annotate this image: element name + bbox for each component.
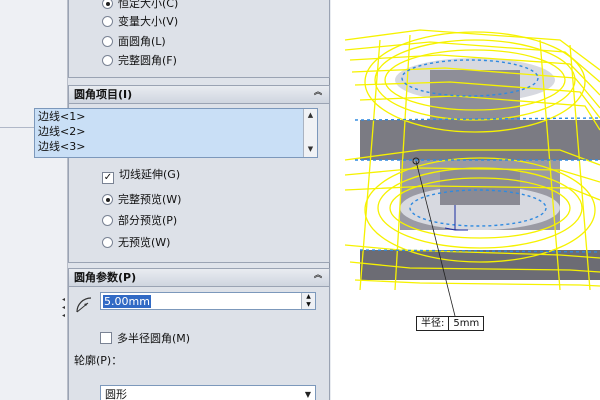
- radio-icon[interactable]: [102, 237, 113, 248]
- profile-label-text: 轮廓(P)：: [74, 354, 123, 367]
- radio-icon[interactable]: [102, 194, 113, 205]
- tangent-propagation-checkbox[interactable]: ✓ 切线延伸(G): [102, 167, 181, 184]
- callout-value: 5mm: [453, 318, 480, 329]
- items-group-header[interactable]: 圆角项目(I) ︽: [69, 86, 329, 104]
- radius-value[interactable]: 5.00mm: [103, 295, 151, 308]
- radius-callout[interactable]: 半径: 5mm: [416, 316, 485, 331]
- list-item[interactable]: 边线<2>: [35, 124, 317, 139]
- radio-full-preview[interactable]: 完整预览(W): [102, 192, 181, 208]
- profile-select-value: 圆形: [105, 388, 127, 400]
- chevron-down-icon[interactable]: ▼: [305, 386, 311, 400]
- radio-label: 部分预览(P): [118, 214, 178, 227]
- watermark-suffix: 经验: [551, 349, 598, 375]
- watermark-brand: Baidu 经验: [470, 342, 598, 376]
- radio-partial-preview[interactable]: 部分预览(P): [102, 213, 177, 229]
- radio-icon[interactable]: [102, 215, 113, 226]
- radio-label: 恒定大小(C): [118, 0, 179, 10]
- radio-label: 完整圆角(F): [118, 54, 177, 67]
- radius-icon: [76, 297, 92, 313]
- watermark-url: jingyan.baidu.com: [540, 383, 600, 393]
- list-scrollbar[interactable]: ▲ ▼: [303, 109, 317, 157]
- collapse-chevron-icon[interactable]: ︽: [313, 271, 323, 283]
- left-strip: ◂ ◂ ◂: [0, 0, 68, 400]
- watermark-brand-text: Baidu: [470, 349, 544, 375]
- radio-icon[interactable]: [102, 16, 113, 27]
- radio-icon[interactable]: [102, 55, 113, 66]
- params-group-title: 圆角参数(P): [74, 271, 137, 284]
- edge-list[interactable]: 边线<1> 边线<2> 边线<3> ▲ ▼: [34, 108, 318, 158]
- profile-select[interactable]: 圆形 ▼: [100, 385, 316, 400]
- scroll-down-icon[interactable]: ▼: [304, 143, 317, 155]
- radius-input[interactable]: 5.00mm ▲ ▼: [100, 292, 316, 310]
- checkbox-label: 切线延伸(G): [119, 168, 181, 181]
- radio-label: 无预览(W): [118, 236, 171, 249]
- checkbox-label: 多半径圆角(M): [117, 332, 191, 345]
- radio-full-round[interactable]: 完整圆角(F): [102, 53, 177, 69]
- params-group-header[interactable]: 圆角参数(P) ︽: [69, 269, 329, 287]
- scroll-track[interactable]: [304, 121, 317, 143]
- collapse-chevron-icon[interactable]: ︽: [313, 88, 323, 100]
- scroll-up-icon[interactable]: ▲: [304, 109, 317, 121]
- radio-icon[interactable]: [102, 0, 113, 9]
- list-item[interactable]: 边线<3>: [35, 139, 317, 154]
- profile-label: 轮廓(P)：: [74, 353, 122, 369]
- checkbox-icon[interactable]: [100, 332, 112, 344]
- multi-radius-checkbox[interactable]: 多半径圆角(M): [100, 331, 190, 347]
- items-group-title: 圆角项目(I): [74, 88, 133, 101]
- radius-spinner[interactable]: ▲ ▼: [301, 293, 315, 309]
- radio-face-fillet[interactable]: 面圆角(L): [102, 34, 166, 50]
- radio-no-preview[interactable]: 无预览(W): [102, 235, 170, 251]
- radio-variable-size[interactable]: 变量大小(V): [102, 14, 178, 30]
- callout-label: 半径:: [421, 318, 445, 329]
- radio-label: 面圆角(L): [118, 35, 166, 48]
- list-item[interactable]: 边线<1>: [35, 109, 317, 124]
- radio-label: 变量大小(V): [118, 15, 179, 28]
- radio-constant-size[interactable]: 恒定大小(C): [102, 0, 178, 12]
- radio-label: 完整预览(W): [118, 193, 182, 206]
- checkbox-checked-icon[interactable]: ✓: [102, 172, 114, 184]
- radio-icon[interactable]: [102, 36, 113, 47]
